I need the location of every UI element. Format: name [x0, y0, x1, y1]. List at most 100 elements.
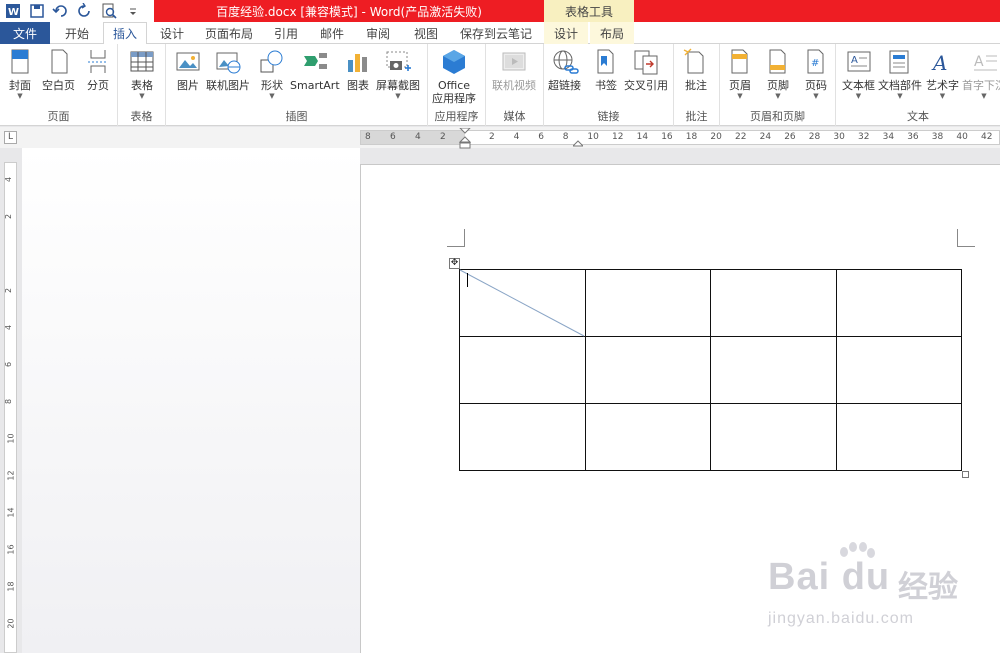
header-icon — [731, 49, 748, 74]
cover-button[interactable]: 封面 ▼ — [6, 48, 34, 100]
footer-button[interactable]: 页脚 ▼ — [764, 48, 792, 100]
ruler-tick: 26 — [784, 132, 796, 142]
ruler-tick: 14 — [636, 132, 649, 142]
table-cell[interactable] — [710, 403, 837, 471]
quick-access-toolbar: W — [0, 0, 154, 22]
title-bar: W 百度经验.docx [兼容模式] - Word(产品激活失败) 表格工具 — [0, 0, 1000, 22]
tab-mailings[interactable]: 邮件 — [312, 22, 352, 44]
table-button[interactable]: 表格 ▼ — [128, 48, 156, 100]
comment-icon — [683, 48, 704, 74]
print-preview-icon[interactable] — [100, 2, 118, 20]
ruler-tick: 28 — [808, 132, 821, 142]
page-break-icon — [88, 50, 108, 73]
tab-view[interactable]: 视图 — [406, 22, 446, 44]
vertical-ruler-tick: 10 — [6, 433, 16, 444]
cover-page-icon — [11, 49, 29, 74]
group-tables: 表格 ▼ 表格 — [118, 44, 166, 126]
redo-icon[interactable] — [76, 2, 94, 20]
ruler-tick: 2 — [489, 132, 495, 142]
footer-icon — [769, 49, 786, 74]
tab-selector[interactable]: L — [4, 131, 17, 144]
table-cell[interactable] — [584, 269, 711, 337]
tab-home[interactable]: 开始 — [54, 22, 100, 44]
page-number-icon: # — [807, 49, 824, 74]
header-button[interactable]: 页眉 ▼ — [726, 48, 754, 100]
drop-cap-button[interactable]: A 首字下沉▼ — [962, 48, 1000, 100]
table-move-handle[interactable]: ✥ — [449, 258, 460, 269]
tab-table-layout[interactable]: 布局 — [590, 22, 634, 44]
tab-table-design[interactable]: 设计 — [544, 22, 588, 44]
tab-page-layout[interactable]: 页面布局 — [198, 22, 260, 44]
quick-parts-icon — [889, 50, 909, 74]
office-apps-button[interactable]: Office 应用程序 — [432, 48, 476, 105]
tab-insert[interactable]: 插入 — [103, 22, 147, 45]
table-cell[interactable] — [459, 403, 586, 471]
new-comment-button[interactable]: 批注 — [682, 48, 710, 92]
screenshot-button[interactable]: 屏幕截图 ▼ — [376, 48, 420, 100]
tab-review[interactable]: 审阅 — [358, 22, 398, 44]
ruler-tick: 6 — [390, 132, 396, 142]
smartart-button[interactable]: SmartArt — [290, 48, 340, 92]
cross-reference-button[interactable]: 交叉引用 — [624, 48, 668, 92]
customize-icon[interactable] — [124, 2, 142, 20]
tab-references[interactable]: 引用 — [266, 22, 306, 44]
ruler-tick: 20 — [710, 132, 722, 142]
vertical-ruler-tick: 18 — [6, 581, 16, 592]
group-label-tables: 表格 — [130, 110, 153, 123]
wordart-icon: A — [931, 51, 947, 75]
undo-icon[interactable] — [52, 2, 70, 20]
vertical-ruler-tick: 4 — [4, 324, 14, 331]
table-cell[interactable] — [835, 269, 962, 337]
left-canvas — [22, 148, 360, 653]
page-break-button[interactable]: 分页 — [84, 48, 112, 92]
baidu-watermark: Bai du 经验 jingyan.baidu.com — [758, 542, 998, 642]
textbox-button[interactable]: A 文本框 ▼ — [842, 48, 875, 100]
ruler-tick: 4 — [415, 132, 421, 142]
vertical-ruler-tick: 14 — [6, 507, 16, 518]
table-cell[interactable] — [835, 403, 962, 471]
shapes-icon — [260, 50, 283, 73]
group-label-media: 媒体 — [503, 110, 526, 123]
save-icon[interactable] — [28, 2, 46, 20]
cross-reference-icon — [634, 50, 658, 75]
table-resize-handle[interactable] — [962, 471, 969, 478]
tab-design[interactable]: 设计 — [150, 22, 194, 44]
horizontal-ruler[interactable]: 8642 2 4 6 8 10 12 14 16 18 20 22 24 26 28 30 32 34 36 38 4… — [360, 128, 1000, 149]
vertical-ruler[interactable]: 4 2 2 4 6 8 10 12 14 16 18 20 — [4, 162, 17, 653]
table-cell[interactable] — [584, 403, 711, 471]
tab-save-cloud[interactable]: 保存到云笔记 — [452, 22, 540, 44]
word-icon[interactable]: W — [4, 2, 22, 20]
shapes-button[interactable]: 形状 ▼ — [258, 48, 286, 100]
ribbon-tabs: 文件 开始 插入 设计 页面布局 引用 邮件 审阅 视图 保存到云笔记 设计 布… — [0, 22, 1000, 45]
quick-parts-button[interactable]: 文档部件 ▼ — [878, 48, 922, 100]
wordart-button[interactable]: A 艺术字 ▼ — [926, 48, 959, 100]
table-cell[interactable] — [835, 336, 962, 404]
online-picture-button[interactable]: 联机图片 — [206, 48, 250, 92]
picture-button[interactable]: 图片 — [174, 48, 202, 92]
ruler-tick: 40 — [956, 132, 968, 142]
indent-marker-icon[interactable] — [459, 128, 471, 150]
table-cell[interactable] — [459, 336, 586, 404]
picture-icon — [176, 52, 200, 71]
textbox-icon: A — [847, 51, 870, 72]
tab-file[interactable]: 文件 — [0, 22, 50, 44]
group-header-footer: 页眉 ▼ 页脚 ▼ # 页码 ▼ 页眉和页脚 — [720, 44, 836, 126]
watermark-url: jingyan.baidu.com — [768, 610, 914, 627]
ruler-tick: 36 — [907, 132, 919, 142]
table-cell[interactable] — [710, 269, 837, 337]
hyperlink-globe-icon — [553, 50, 579, 74]
right-indent-marker-icon[interactable] — [573, 139, 583, 147]
ruler-tick: 2 — [440, 132, 446, 142]
blank-page-button[interactable]: 空白页 — [42, 48, 75, 92]
table-cell[interactable] — [584, 336, 711, 404]
hyperlink-button[interactable]: 超链接 — [548, 48, 581, 92]
chart-button[interactable]: 图表 — [344, 48, 372, 92]
online-video-button[interactable]: 联机视频 — [492, 48, 536, 92]
table-cell[interactable] — [710, 336, 837, 404]
vertical-ruler-tick: 6 — [4, 361, 14, 368]
group-label-apps: 应用程序 — [434, 110, 479, 123]
ruler-tick: 4 — [513, 132, 520, 142]
bookmark-button[interactable]: 书签 — [592, 48, 620, 92]
page-number-button[interactable]: # 页码 ▼ — [802, 48, 830, 100]
office-store-icon — [443, 50, 465, 74]
